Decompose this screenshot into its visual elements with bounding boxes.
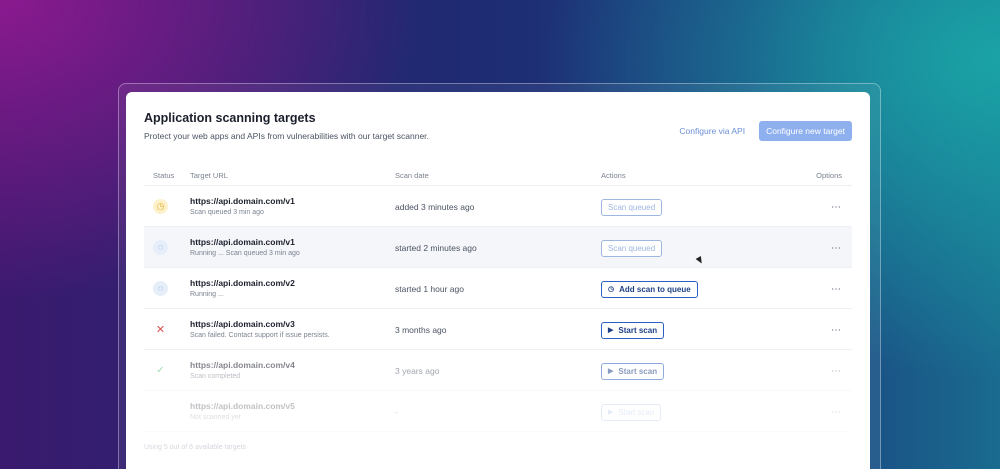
start-scan-button[interactable]: ▶ Start scan (601, 403, 662, 421)
target-url[interactable]: https://api.domain.com/v4 (190, 360, 395, 370)
spinner-icon: ◌ (153, 280, 168, 296)
table-row[interactable]: ◌ https://api.domain.com/v2 Running ... … (144, 268, 852, 309)
spinner-icon: ◌ (153, 239, 168, 255)
usage-footer: Using 5 out of 6 available targets (144, 444, 246, 451)
column-header-actions: Actions (601, 171, 626, 180)
column-header-scan-date[interactable]: Scan date (395, 171, 601, 180)
targets-table: Status Target URL Scan date Actions Opti… (144, 166, 852, 432)
table-row[interactable]: ◌ https://api.domain.com/v1 Running ... … (144, 227, 852, 268)
action-label: Scan queued (608, 243, 656, 253)
play-icon: ▶ (608, 409, 614, 417)
add-scan-to-queue-button[interactable]: ◷ Add scan to queue (601, 280, 698, 298)
action-label: Add scan to queue (619, 284, 691, 294)
start-scan-button[interactable]: ▶ Start scan (601, 362, 665, 380)
table-row[interactable]: ✓ https://api.domain.com/v4 Scan complet… (144, 350, 852, 391)
card-header: Application scanning targets Protect you… (144, 111, 852, 151)
check-icon: ✓ (156, 364, 165, 376)
more-options-icon[interactable]: ⋯ (831, 202, 842, 213)
scan-date: - (395, 407, 398, 417)
target-status-text: Running ... (190, 291, 224, 298)
start-scan-button[interactable]: ▶ Start scan (601, 321, 665, 339)
table-row[interactable]: ◷ https://api.domain.com/v1 Scan queued … (144, 186, 852, 227)
scan-date: 3 years ago (395, 366, 440, 376)
clock-icon: ◷ (608, 286, 615, 294)
play-icon: ▶ (608, 327, 614, 335)
more-options-icon[interactable]: ⋯ (831, 407, 842, 418)
target-url[interactable]: https://api.domain.com/v5 (190, 401, 395, 411)
scan-date: 3 months ago (395, 325, 447, 335)
column-header-target-url[interactable]: Target URL (190, 171, 395, 180)
configure-new-target-button[interactable]: Configure new target (759, 121, 852, 141)
clock-icon: ◷ (153, 198, 168, 214)
more-options-icon[interactable]: ⋯ (831, 243, 842, 254)
target-status-text: Not scanned yet (190, 414, 241, 421)
action-label: Start scan (618, 407, 655, 417)
target-status-text: Scan completed (190, 373, 241, 380)
play-icon: ▶ (608, 368, 614, 376)
more-options-icon[interactable]: ⋯ (831, 325, 842, 336)
header-actions: Configure via API Configure new target (679, 121, 852, 141)
target-status-text: Scan failed. Contact support if issue pe… (190, 332, 330, 339)
scan-queued-button[interactable]: Scan queued (601, 198, 663, 216)
action-label: Scan queued (608, 202, 656, 212)
table-row[interactable]: ✕ https://api.domain.com/v3 Scan failed.… (144, 309, 852, 350)
more-options-icon[interactable]: ⋯ (831, 284, 842, 295)
circle-icon: ◌ (157, 406, 164, 416)
table-header: Status Target URL Scan date Actions Opti… (144, 166, 852, 186)
table-row[interactable]: ◌ https://api.domain.com/v5 Not scanned … (144, 391, 852, 432)
scanning-targets-card: Application scanning targets Protect you… (126, 92, 870, 469)
target-status-text: Running ... Scan queued 3 min ago (190, 250, 300, 257)
scan-date: started 2 minutes ago (395, 243, 477, 253)
column-header-status[interactable]: Status (144, 171, 190, 180)
x-icon: ✕ (155, 323, 166, 336)
action-label: Start scan (618, 325, 658, 335)
target-url[interactable]: https://api.domain.com/v1 (190, 196, 395, 206)
target-url[interactable]: https://api.domain.com/v3 (190, 319, 395, 329)
scan-date: added 3 minutes ago (395, 202, 475, 212)
target-status-text: Scan queued 3 min ago (190, 209, 264, 216)
scan-queued-button[interactable]: Scan queued (601, 239, 663, 257)
target-url[interactable]: https://api.domain.com/v2 (190, 278, 395, 288)
column-header-options: Options (816, 171, 842, 180)
configure-via-api-button[interactable]: Configure via API (679, 126, 745, 136)
more-options-icon[interactable]: ⋯ (831, 366, 842, 377)
scan-date: started 1 hour ago (395, 284, 464, 294)
target-url[interactable]: https://api.domain.com/v1 (190, 237, 395, 247)
action-label: Start scan (618, 366, 658, 376)
